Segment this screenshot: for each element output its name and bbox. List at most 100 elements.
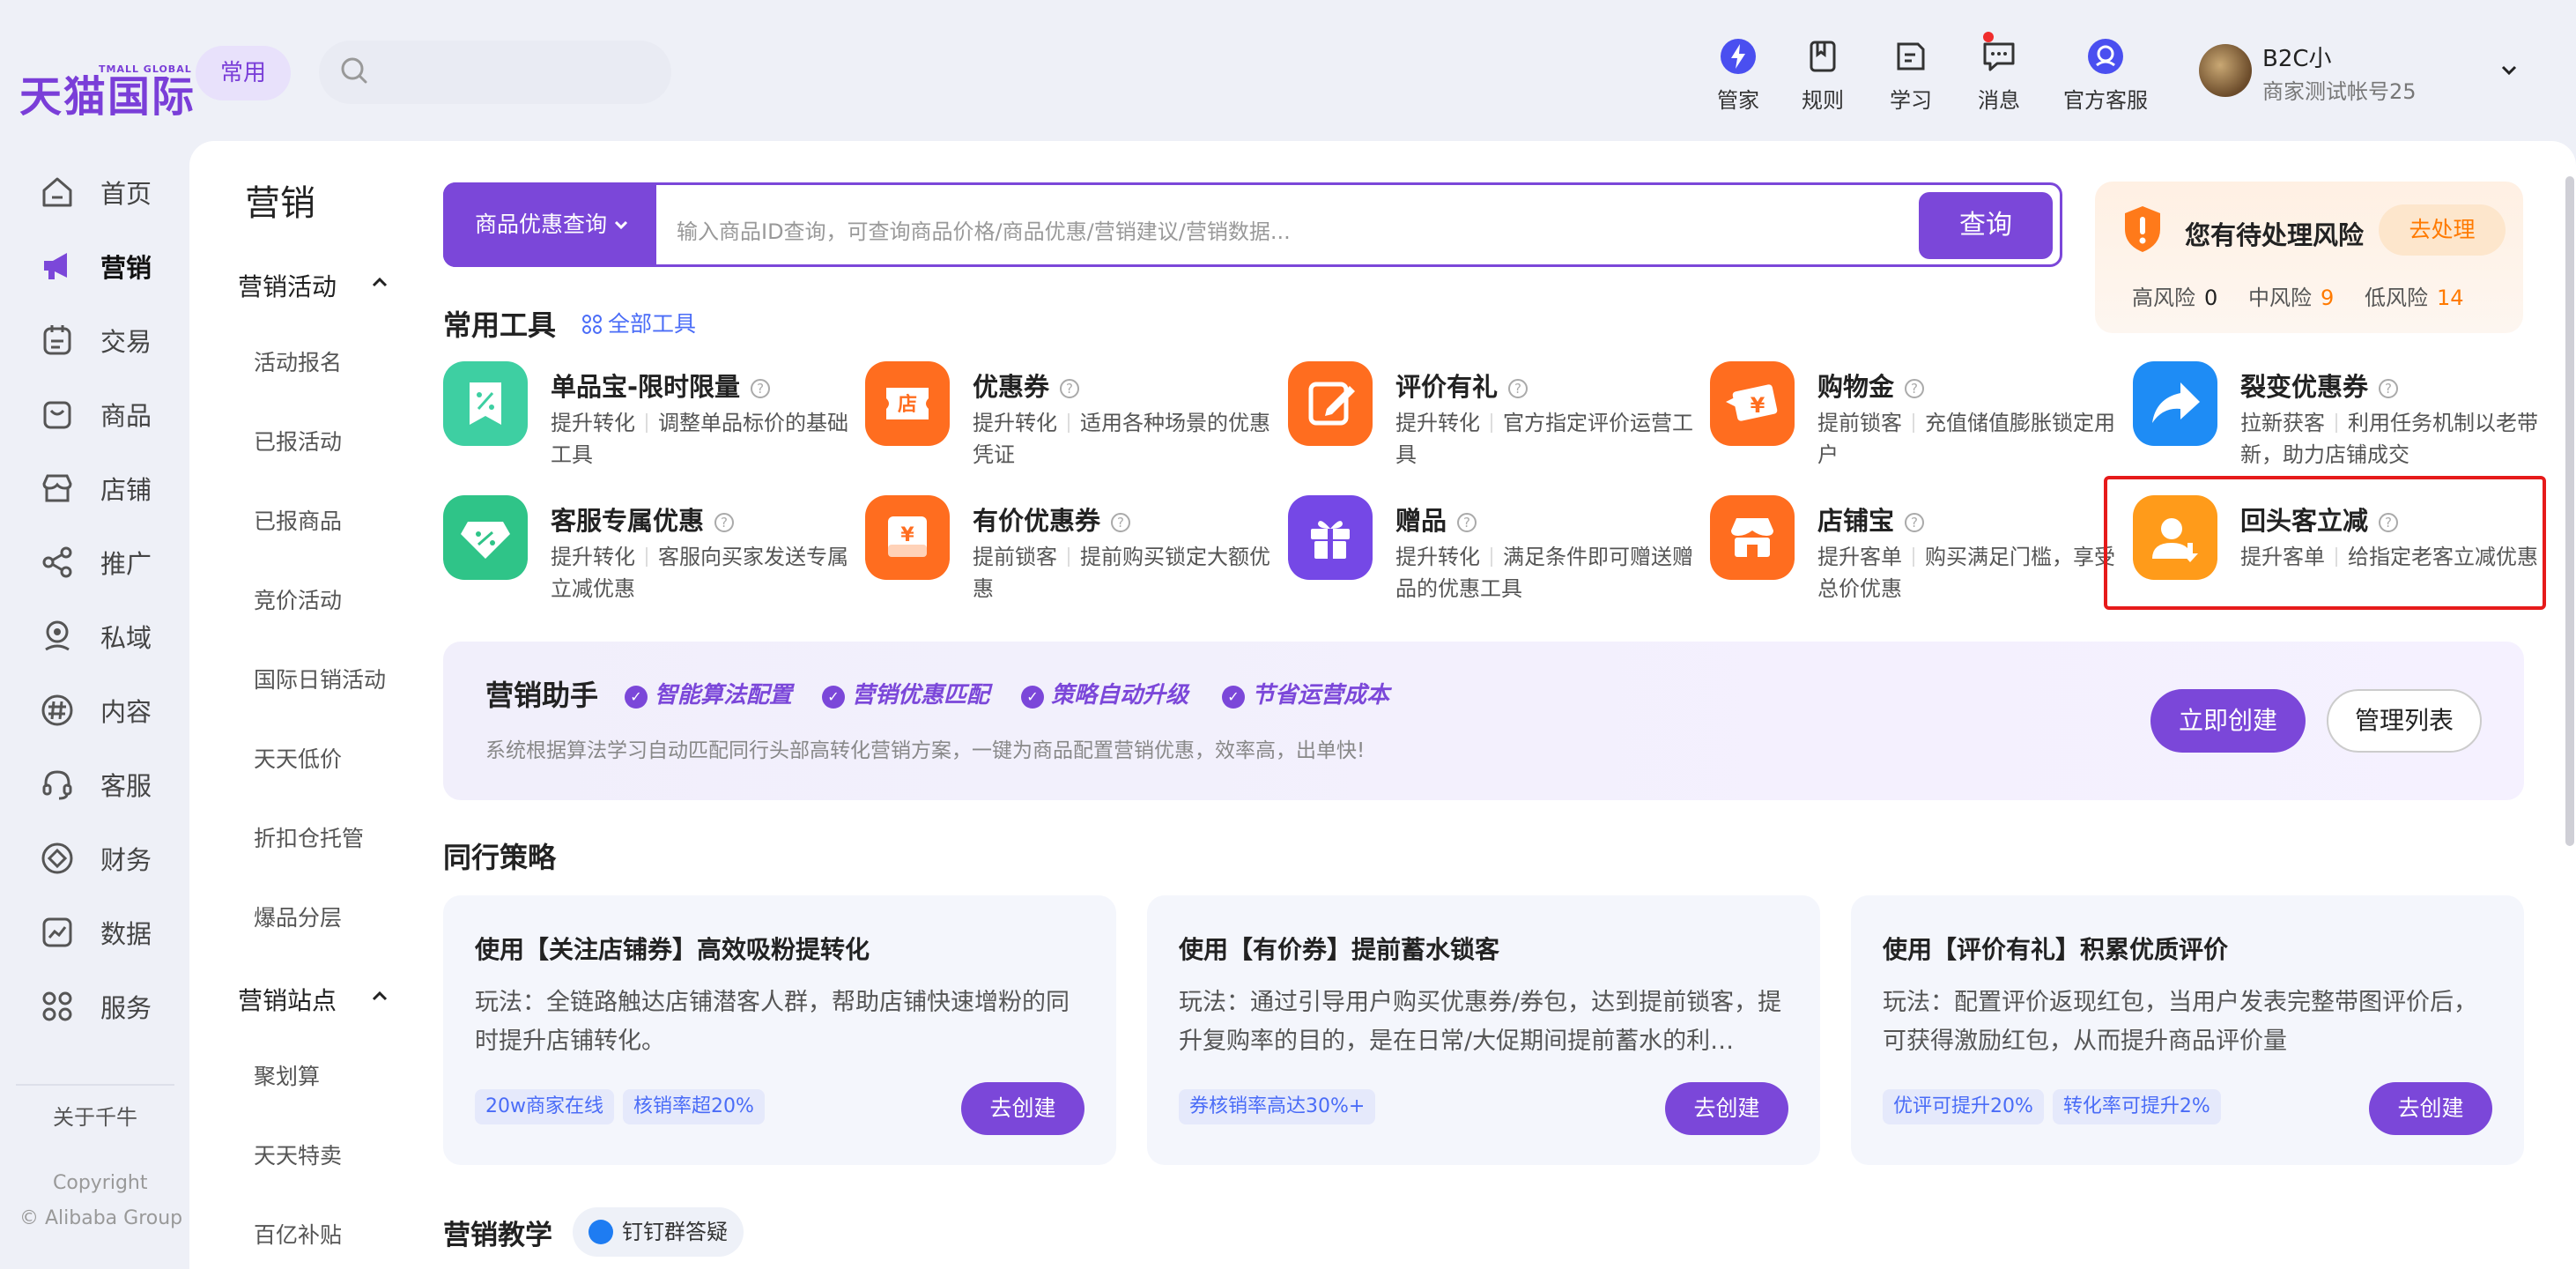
dingtalk-group-button[interactable]: 钉钉群答疑	[573, 1207, 744, 1257]
tool-icon-bg	[2133, 361, 2217, 446]
tool-shopping-gold[interactable]: ¥ 购物金? 提前锁客 充值储值膨胀锁定用户	[1710, 361, 2124, 485]
nav-message[interactable]: 消息	[1951, 32, 2047, 114]
nav-customer-service[interactable]: 官方客服	[2056, 37, 2155, 114]
tool-icon-bg: 店	[865, 361, 950, 446]
avatar[interactable]	[2199, 44, 2252, 97]
sidebar-item-promote[interactable]: 推广	[39, 538, 189, 587]
sidebar-item-marketing[interactable]: 营销	[39, 241, 189, 291]
top-search-input[interactable]	[319, 41, 671, 104]
user-name[interactable]: B2C小	[2262, 41, 2332, 73]
subnav-group-label: 营销站点	[238, 986, 337, 1015]
tool-desc: 提升转化 适用各种场景的优惠凭证	[973, 411, 1270, 467]
chevron-down-icon[interactable]	[2498, 60, 2520, 81]
peer-card-desc: 玩法：通过引导用户购买优惠券/券包，达到提前锁客，提升复购率的目的，是在日常/大…	[1179, 989, 1782, 1055]
handle-risk-button[interactable]: 去处理	[2379, 204, 2506, 256]
sidebar-item-services[interactable]: 服务	[39, 982, 189, 1031]
nav-butler-label: 管家	[1717, 88, 1759, 113]
scrollbar[interactable]	[2565, 176, 2574, 846]
manage-list-button[interactable]: 管理列表	[2327, 689, 2482, 753]
all-tools-link[interactable]: 全部工具	[581, 307, 696, 338]
subnav-item-reported-goods[interactable]: 已报商品	[254, 504, 342, 536]
help-icon[interactable]: ?	[1905, 513, 1925, 532]
peer-card[interactable]: 使用【关注店铺券】高效吸粉提转化 玩法：全链路触达店铺潜客人群，帮助店铺快速增粉…	[443, 895, 1116, 1165]
subnav-group-sites[interactable]: 营销站点	[238, 982, 388, 1017]
help-icon[interactable]: ?	[2379, 379, 2399, 398]
subnav-item-reported-activities[interactable]: 已报活动	[254, 425, 342, 456]
tool-coupon[interactable]: 店 优惠券? 提升转化 适用各种场景的优惠凭证	[865, 361, 1279, 485]
sidebar-item-data[interactable]: 数据	[39, 908, 189, 957]
goods-search-bar: 商品优惠查询 输入商品ID查询，可查询商品价格/商品优惠/营销建议/营销数据..…	[443, 182, 2062, 267]
nav-learn[interactable]: 学习	[1862, 37, 1959, 114]
dingtalk-icon	[588, 1220, 613, 1244]
peer-strategies-title: 同行策略	[443, 841, 557, 874]
sidebar-item-trade[interactable]: 交易	[39, 315, 189, 365]
sidebar-item-finance[interactable]: 财务	[39, 834, 189, 883]
tool-icon-bg: ¥	[865, 495, 950, 580]
subnav-item-daily-special[interactable]: 天天特卖	[254, 1139, 342, 1170]
tool-icon-bg: ¥	[1710, 361, 1795, 446]
create-now-button[interactable]: 立即创建	[2150, 689, 2306, 753]
subnav-item-signup[interactable]: 活动报名	[254, 345, 342, 377]
help-icon[interactable]: ?	[1111, 513, 1131, 532]
sidebar-item-label: 首页	[100, 179, 152, 209]
mid-risk-count: 9	[2321, 286, 2335, 310]
tool-single-item-treasure[interactable]: 单品宝-限时限量? 提升转化 调整单品标价的基础工具	[443, 361, 857, 485]
peer-card[interactable]: 使用【有价券】提前蓄水锁客 玩法：通过引导用户购买优惠券/券包，达到提前锁客，提…	[1147, 895, 1820, 1165]
tool-icon-bg	[1288, 361, 1373, 446]
query-button[interactable]: 查询	[1919, 192, 2053, 259]
about-link[interactable]: 关于千牛	[53, 1100, 137, 1131]
go-create-button[interactable]: 去创建	[961, 1082, 1084, 1135]
search-input[interactable]: 输入商品ID查询，可查询商品价格/商品优惠/营销建议/营销数据...	[677, 214, 1291, 245]
sidebar-item-home[interactable]: 首页	[39, 167, 189, 217]
tool-gift[interactable]: 赠品? 提升转化 满足条件即可赠送赠品的优惠工具	[1288, 495, 1702, 619]
tool-fission-coupon[interactable]: 裂变优惠券? 拉新获客 利用任务机制以老带新，助力店铺成交	[2133, 361, 2547, 485]
tool-service-exclusive[interactable]: 客服专属优惠? 提升转化 客服向买家发送专属立减优惠	[443, 495, 857, 619]
high-risk-stat[interactable]: 高风险 0	[2132, 280, 2217, 311]
sidebar-item-label: 交易	[100, 327, 152, 357]
tool-shop-treasure[interactable]: 店铺宝? 提升客单 购买满足门槛，享受总价优惠	[1710, 495, 2124, 619]
subnav-item-discount-warehouse[interactable]: 折扣仓托管	[254, 821, 364, 853]
help-icon[interactable]: ?	[714, 513, 735, 532]
help-icon[interactable]: ?	[1508, 379, 1529, 398]
peer-card-tags: 优评可提升20% 转化率可提升2%	[1883, 1089, 2230, 1124]
search-category-label: 商品优惠查询	[475, 212, 608, 237]
subnav-item-intl-daily[interactable]: 国际日销活动	[254, 663, 386, 694]
tool-review-gift[interactable]: 评价有礼? 提升转化 官方指定评价运营工具	[1288, 361, 1702, 485]
high-risk-label: 高风险	[2132, 286, 2195, 310]
low-risk-label: 低风险	[2365, 286, 2428, 310]
subnav-item-subsidy[interactable]: 百亿补贴	[254, 1218, 342, 1250]
help-icon[interactable]: ?	[1905, 379, 1925, 398]
search-category-select[interactable]: 商品优惠查询	[443, 182, 656, 267]
help-icon[interactable]: ?	[1060, 379, 1080, 398]
peer-card[interactable]: 使用【评价有礼】积累优质评价 玩法：配置评价返现红包，当用户发表完整带图评价后，…	[1851, 895, 2524, 1165]
nav-rules[interactable]: 规则	[1774, 37, 1871, 114]
tool-name: 赠品?	[1395, 501, 1477, 538]
tool-paid-coupon[interactable]: ¥ 有价优惠券? 提前锁客 提前购买锁定大额优惠	[865, 495, 1279, 619]
nav-learn-label: 学习	[1890, 88, 1932, 113]
subnav-item-daily-low[interactable]: 天天低价	[254, 742, 342, 774]
subnav-group-activities[interactable]: 营销活动	[238, 268, 388, 303]
store-coupon-icon: 店	[886, 388, 929, 419]
sidebar-item-shop[interactable]: 店铺	[39, 464, 189, 513]
subnav-item-bidding[interactable]: 竞价活动	[254, 583, 342, 615]
sidebar-item-goods[interactable]: 商品	[39, 390, 189, 439]
subnav-item-hot-tiers[interactable]: 爆品分层	[254, 901, 342, 932]
mid-risk-stat[interactable]: 中风险 9	[2248, 280, 2334, 311]
help-icon[interactable]: ?	[751, 379, 771, 398]
go-create-button[interactable]: 去创建	[2369, 1082, 2492, 1135]
sidebar-item-content[interactable]: 内容	[39, 686, 189, 735]
go-create-button[interactable]: 去创建	[1665, 1082, 1788, 1135]
subnav-item-juhuasuan[interactable]: 聚划算	[254, 1059, 320, 1091]
low-risk-stat[interactable]: 低风险 14	[2365, 280, 2464, 311]
rules-icon	[1810, 41, 1836, 72]
tool-name: 有价优惠券?	[973, 501, 1131, 538]
check-icon: ✓	[1021, 686, 1044, 709]
svg-text:¥: ¥	[1751, 393, 1765, 418]
sidebar-item-private-domain[interactable]: 私域	[39, 612, 189, 661]
megaphone-icon	[44, 253, 67, 279]
sidebar-item-service[interactable]: 客服	[39, 760, 189, 809]
common-chip[interactable]: 常用	[196, 46, 291, 100]
learn-icon	[1897, 42, 1925, 70]
help-icon[interactable]: ?	[1457, 513, 1477, 532]
nav-butler[interactable]: 管家	[1690, 37, 1787, 114]
